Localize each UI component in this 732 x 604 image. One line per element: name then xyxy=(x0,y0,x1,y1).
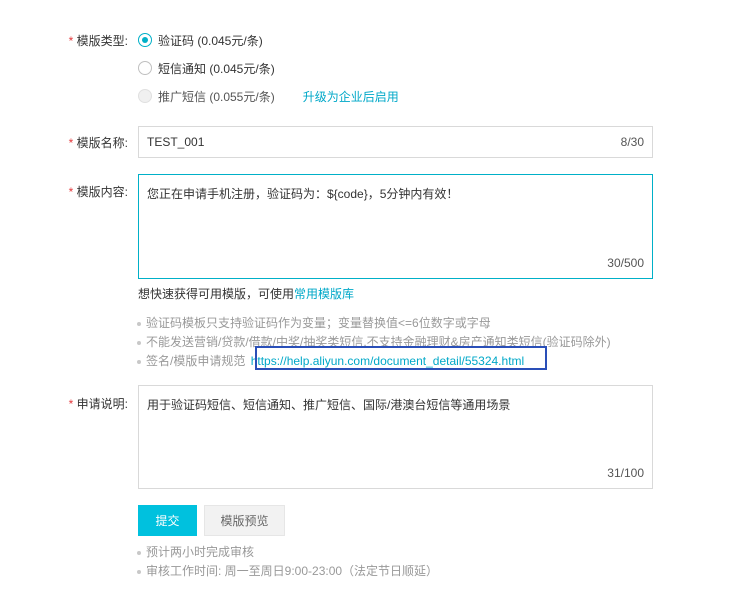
template-content-label: * 模版内容: xyxy=(0,183,128,200)
template-name-input[interactable]: TEST_001 8/30 xyxy=(138,126,653,158)
required-asterisk: * xyxy=(68,397,74,411)
template-type-label-text: 模版类型: xyxy=(76,34,128,48)
rule-item: 验证码模板只支持验证码作为变量；变量替换值<=6位数字或字母 xyxy=(137,314,611,333)
application-note-label: * 申请说明: xyxy=(0,395,128,412)
template-library-hint: 想快速获得可用模版，可使用常用模版库 xyxy=(138,285,354,302)
radio-checked-icon[interactable] xyxy=(138,33,152,47)
application-note-label-text: 申请说明: xyxy=(76,397,128,411)
submit-button[interactable]: 提交 xyxy=(138,505,197,536)
upgrade-enterprise-link[interactable]: 升级为企业后启用 xyxy=(303,88,399,105)
radio-option-verification-code[interactable]: 验证码 (0.045元/条) xyxy=(138,31,263,49)
template-content-label-text: 模版内容: xyxy=(76,185,128,199)
preview-button[interactable]: 模版预览 xyxy=(204,505,285,536)
radio-option-notification[interactable]: 短信通知 (0.045元/条) xyxy=(138,59,275,77)
application-note-textarea[interactable]: 用于验证码短信、短信通知、推广短信、国际/港澳台短信等通用场景 31/100 xyxy=(138,385,653,489)
template-name-counter: 8/30 xyxy=(620,135,644,149)
application-note-value: 用于验证码短信、短信通知、推广短信、国际/港澳台短信等通用场景 xyxy=(147,398,511,412)
radio-unchecked-icon[interactable] xyxy=(138,61,152,75)
radio-label: 推广短信 (0.055元/条) xyxy=(158,89,275,104)
required-asterisk: * xyxy=(68,185,74,199)
review-tips-list: 预计两小时完成审核 审核工作时间: 周一至周日9:00-23:00（法定节日顺延… xyxy=(136,543,438,581)
required-asterisk: * xyxy=(68,34,74,48)
highlight-box xyxy=(255,346,547,370)
template-content-value: 您正在申请手机注册，验证码为：${code}，5分钟内有效！ xyxy=(147,187,459,201)
template-content-counter: 30/500 xyxy=(607,256,644,270)
required-asterisk: * xyxy=(68,136,74,150)
template-type-label: * 模版类型: xyxy=(0,32,128,49)
review-tip: 预计两小时完成审核 xyxy=(136,543,438,562)
radio-option-promotion: 推广短信 (0.055元/条) 升级为企业后启用 xyxy=(138,87,399,105)
radio-label: 验证码 (0.045元/条) xyxy=(158,33,263,48)
template-library-link[interactable]: 常用模版库 xyxy=(294,287,354,301)
review-tip: 审核工作时间: 周一至周日9:00-23:00（法定节日顺延） xyxy=(136,562,438,581)
application-note-counter: 31/100 xyxy=(607,466,644,480)
radio-label: 短信通知 (0.045元/条) xyxy=(158,61,275,76)
template-name-label-text: 模版名称: xyxy=(76,136,128,150)
template-name-value: TEST_001 xyxy=(147,135,205,149)
template-name-label: * 模版名称: xyxy=(0,134,128,151)
template-content-textarea[interactable]: 您正在申请手机注册，验证码为：${code}，5分钟内有效！ 30/500 xyxy=(138,174,653,279)
radio-disabled-icon xyxy=(138,89,152,103)
hint-text: 想快速获得可用模版，可使用 xyxy=(138,287,295,301)
spec-prefix: 签名/模版申请规范 xyxy=(146,354,246,368)
